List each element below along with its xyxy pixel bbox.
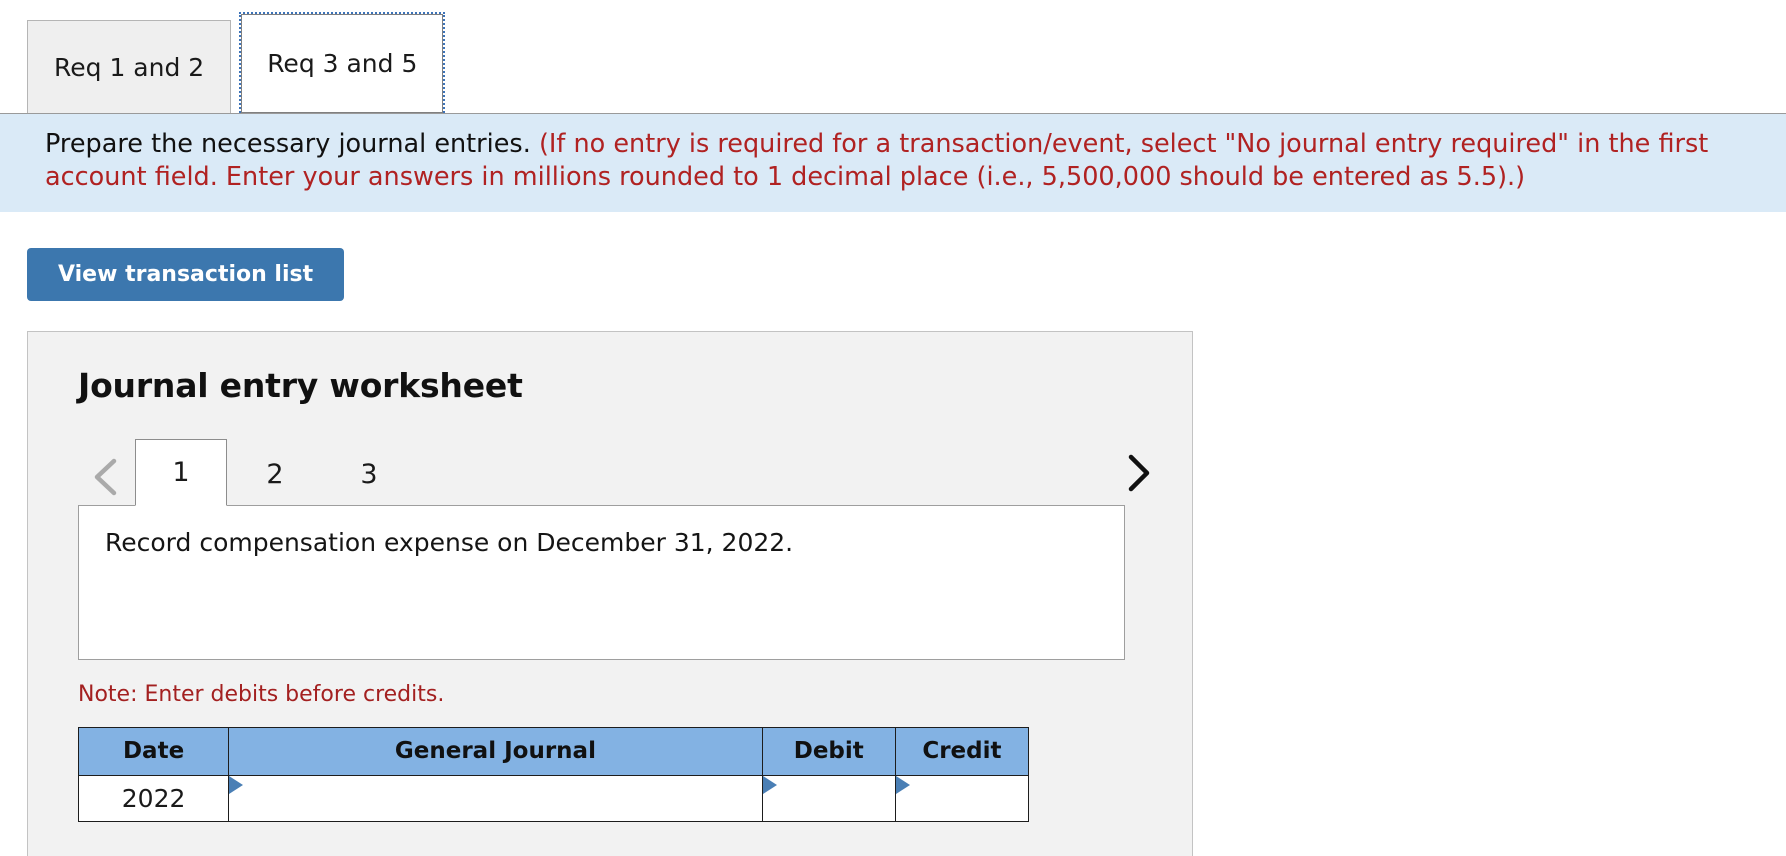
dropdown-marker-icon	[762, 775, 777, 794]
dropdown-marker-icon	[895, 775, 910, 794]
debits-before-credits-note: Note: Enter debits before credits.	[78, 681, 445, 707]
journal-entry-table: Date General Journal Debit Credit 2022	[77, 726, 1030, 822]
instruction-main-text: Prepare the necessary journal entries.	[45, 129, 531, 159]
worksheet-pager: 1 2 3	[28, 438, 1192, 506]
tab-req-3-and-5[interactable]: Req 3 and 5	[239, 12, 446, 113]
requirement-tab-bar: Req 1 and 2 Req 3 and 5	[0, 0, 1786, 113]
column-header-debit: Debit	[761, 726, 896, 776]
worksheet-page-2[interactable]: 2	[229, 445, 321, 505]
worksheet-title: Journal entry worksheet	[78, 365, 523, 405]
tab-req-3-and-5-label: Req 3 and 5	[267, 49, 418, 78]
journal-table-wrapper: Date General Journal Debit Credit 2022	[28, 707, 1192, 822]
journal-entry-worksheet-panel: Journal entry worksheet 1 2 3 Record com…	[27, 330, 1193, 856]
journal-table-header-row: Date General Journal Debit Credit	[77, 726, 1030, 776]
action-button-row: View transaction list	[0, 212, 1786, 301]
column-header-credit: Credit	[894, 726, 1030, 776]
worksheet-page-3-label: 3	[360, 459, 378, 491]
worksheet-page-2-label: 2	[266, 459, 284, 491]
cell-credit[interactable]	[894, 774, 1030, 822]
cell-general-journal[interactable]	[228, 774, 763, 822]
column-header-date: Date	[77, 726, 230, 776]
worksheet-page-3[interactable]: 3	[323, 445, 415, 505]
worksheet-page-1[interactable]: 1	[135, 438, 227, 506]
table-row: 2022	[77, 774, 1030, 822]
transaction-description-text: Record compensation expense on December …	[105, 527, 794, 557]
instruction-banner: Prepare the necessary journal entries. (…	[0, 113, 1786, 212]
tab-req-1-and-2-label: Req 1 and 2	[54, 52, 205, 82]
chevron-left-icon[interactable]	[78, 449, 134, 505]
worksheet-page-1-label: 1	[172, 456, 190, 488]
cell-debit[interactable]	[761, 774, 896, 822]
chevron-right-icon[interactable]	[1112, 447, 1164, 499]
transaction-description-box: Record compensation expense on December …	[78, 504, 1125, 660]
column-header-general-journal: General Journal	[228, 726, 763, 776]
tab-req-1-and-2[interactable]: Req 1 and 2	[27, 20, 232, 113]
dropdown-marker-icon	[229, 775, 244, 794]
cell-date[interactable]: 2022	[77, 774, 230, 822]
view-transaction-list-button[interactable]: View transaction list	[27, 247, 345, 301]
